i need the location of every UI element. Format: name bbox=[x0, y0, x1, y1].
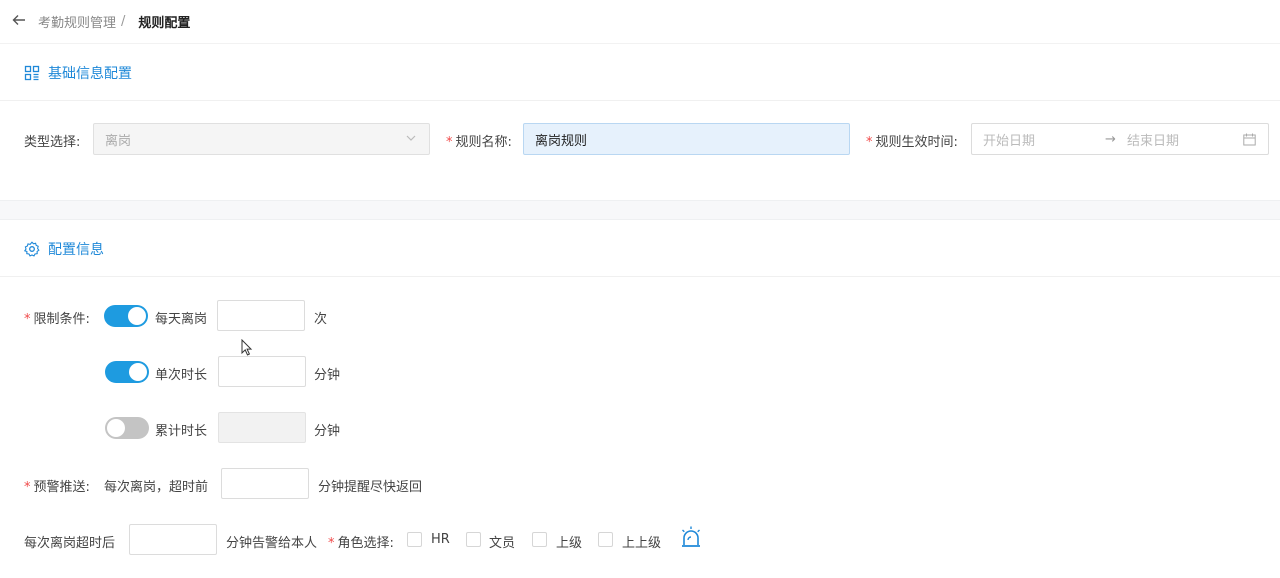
limit-label: * 限制条件: bbox=[24, 312, 90, 327]
role-label: * 角色选择: bbox=[328, 536, 394, 551]
rule-name-input[interactable]: 离岗规则 bbox=[523, 123, 850, 155]
single-duration-label: 单次时长 bbox=[155, 368, 208, 383]
section-config-header: 配置信息 bbox=[0, 221, 1280, 277]
chevron-down-icon bbox=[406, 135, 416, 141]
role-label-text: 角色选择: bbox=[337, 536, 394, 551]
warning-label: * 预警推送: bbox=[24, 480, 90, 495]
total-duration-label: 累计时长 bbox=[155, 424, 208, 439]
single-duration-toggle[interactable] bbox=[105, 361, 149, 383]
calendar-icon[interactable] bbox=[1243, 133, 1256, 146]
warning-suffix: 分钟提醒尽快返回 bbox=[318, 480, 423, 495]
toggle-knob bbox=[128, 307, 146, 325]
warning-prefix: 每次离岗，超时前 bbox=[104, 480, 209, 495]
type-label: 类型选择: bbox=[24, 135, 81, 150]
alarm-bell-icon[interactable] bbox=[679, 525, 703, 549]
alert-minutes-input[interactable] bbox=[129, 524, 217, 555]
alert-prefix: 每次离岗超时后 bbox=[24, 536, 116, 551]
daily-leave-toggle[interactable] bbox=[104, 305, 148, 327]
gear-icon bbox=[24, 240, 40, 257]
end-date-placeholder[interactable]: 结束日期 bbox=[1127, 130, 1179, 149]
section-basic-title: 基础信息配置 bbox=[48, 65, 132, 82]
range-arrow: → bbox=[1105, 131, 1116, 147]
breadcrumb-parent[interactable]: 考勤规则管理 bbox=[38, 12, 116, 31]
type-select-value: 离岗 bbox=[105, 133, 132, 149]
role-checkbox-clerk[interactable] bbox=[466, 532, 481, 547]
role-checkbox-upper-superior[interactable] bbox=[598, 532, 613, 547]
total-duration-toggle[interactable] bbox=[105, 417, 149, 439]
daily-leave-unit: 次 bbox=[314, 312, 328, 327]
section-config-title: 配置信息 bbox=[48, 241, 104, 258]
start-date-placeholder[interactable]: 开始日期 bbox=[983, 130, 1035, 149]
breadcrumb: 考勤规则管理 / 规则配置 bbox=[0, 0, 1280, 44]
section-divider bbox=[0, 200, 1280, 220]
total-duration-unit: 分钟 bbox=[314, 424, 341, 439]
type-select[interactable]: 离岗 bbox=[93, 123, 430, 155]
rule-name-value: 离岗规则 bbox=[535, 133, 588, 149]
daily-leave-count-input[interactable] bbox=[217, 300, 305, 331]
arrow-left-icon[interactable] bbox=[12, 13, 30, 31]
role-clerk-label[interactable]: 文员 bbox=[489, 532, 515, 551]
daily-leave-label: 每天离岗 bbox=[155, 312, 208, 327]
toggle-knob bbox=[107, 419, 125, 437]
mouse-cursor-icon bbox=[241, 339, 253, 356]
single-duration-input[interactable] bbox=[218, 356, 306, 387]
role-checkbox-hr[interactable] bbox=[407, 532, 422, 547]
role-hr-label[interactable]: HR bbox=[431, 532, 450, 547]
limit-label-text: 限制条件: bbox=[33, 312, 90, 327]
rule-name-label-text: 规则名称: bbox=[455, 135, 512, 150]
rule-name-label: * 规则名称: bbox=[446, 135, 512, 150]
warning-label-text: 预警推送: bbox=[33, 480, 90, 495]
role-checkbox-superior[interactable] bbox=[532, 532, 547, 547]
role-superior-label[interactable]: 上级 bbox=[556, 532, 582, 551]
warning-minutes-input[interactable] bbox=[221, 468, 309, 499]
single-duration-unit: 分钟 bbox=[314, 368, 341, 383]
alert-suffix: 分钟告警给本人 bbox=[226, 536, 318, 551]
total-duration-input bbox=[218, 412, 306, 443]
breadcrumb-separator: / bbox=[121, 14, 126, 29]
role-upper-superior-label[interactable]: 上上级 bbox=[622, 532, 661, 551]
toggle-knob bbox=[129, 363, 147, 381]
effective-period-label-text: 规则生效时间: bbox=[875, 135, 958, 150]
layout-grid-icon bbox=[24, 65, 40, 80]
date-range-picker[interactable]: 开始日期 → 结束日期 bbox=[971, 123, 1269, 155]
breadcrumb-current: 规则配置 bbox=[138, 16, 191, 31]
effective-period-label: * 规则生效时间: bbox=[866, 135, 958, 150]
section-basic-header: 基础信息配置 bbox=[0, 45, 1280, 101]
